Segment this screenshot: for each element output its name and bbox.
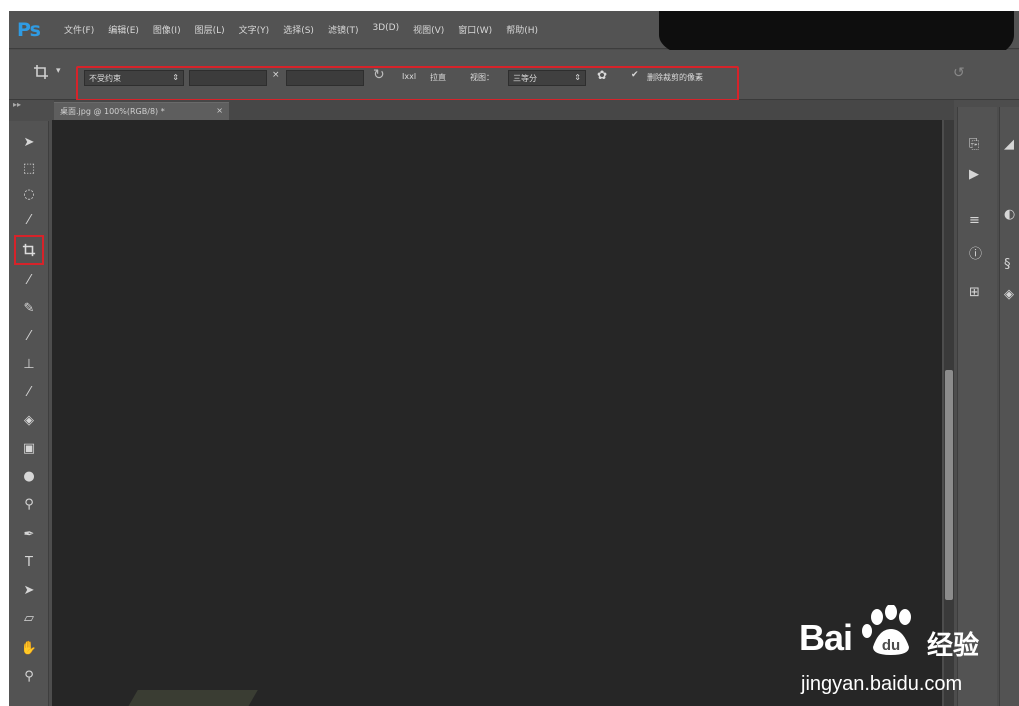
document-tab-strip: 桌面.jpg @ 100%(RGB/8) * × xyxy=(54,100,954,120)
shape-tool-icon[interactable]: ▱ xyxy=(18,607,40,629)
collapse-panel-icon[interactable]: ▸▸ xyxy=(13,100,21,109)
history-icon[interactable]: ⎘ xyxy=(969,137,979,152)
clone-stamp-tool-icon[interactable]: ⊥ xyxy=(18,353,40,375)
play-icon[interactable]: ▶ xyxy=(969,167,979,182)
delete-cropped-checkbox[interactable]: ✔ xyxy=(631,70,639,80)
document-tab[interactable]: 桌面.jpg @ 100%(RGB/8) * × xyxy=(54,102,229,120)
reset-icon[interactable]: ↺ xyxy=(953,65,965,81)
document-tab-title: 桌面.jpg @ 100%(RGB/8) * xyxy=(60,107,165,116)
view-label: 视图： xyxy=(470,73,494,82)
ps-logo: Ps xyxy=(17,18,41,41)
lasso-tool-icon[interactable]: ◌ xyxy=(18,183,40,205)
gradient-tool-icon[interactable]: ▣ xyxy=(18,437,40,459)
menu-window[interactable]: 窗口(W) xyxy=(451,23,499,36)
image-edge xyxy=(126,690,258,706)
menu-type[interactable]: 文字(Y) xyxy=(232,23,277,36)
paw-icon: du xyxy=(862,605,911,655)
view-select-value: 三等分 xyxy=(513,74,537,83)
color-icon[interactable]: ◢ xyxy=(1004,137,1014,152)
menu-select[interactable]: 选择(S) xyxy=(276,23,321,36)
photoshop-window: Ps 文件(F) 编辑(E) 图像(I) 图层(L) 文字(Y) 选择(S) 滤… xyxy=(9,11,1019,706)
gear-icon[interactable]: ✿ xyxy=(597,68,607,82)
watermark-suffix: 经验 xyxy=(927,631,980,661)
styles-icon[interactable]: § xyxy=(1004,257,1011,272)
marquee-tool-icon[interactable]: ⬚ xyxy=(18,157,40,179)
watermark-brand: Bai xyxy=(799,617,853,658)
clear-rotate-icon[interactable]: ↻ xyxy=(373,67,385,83)
tools-panel: ➤ ⬚ ◌ ⁄ ⁄ ✎ ⁄ ⊥ ⁄ ◈ ▣ ● ⚲ ✒ T ➤ ▱ ✋ ⚲ xyxy=(9,121,49,706)
close-icon[interactable]: × xyxy=(216,106,223,117)
quick-select-tool-icon[interactable]: ⁄ xyxy=(18,209,40,231)
paw-text: du xyxy=(882,637,900,654)
crop-tool-icon[interactable] xyxy=(18,239,40,261)
tool-preset-arrow-icon[interactable]: ▾ xyxy=(56,66,61,76)
blur-tool-icon[interactable]: ● xyxy=(18,465,40,487)
info-icon[interactable]: ⓘ xyxy=(969,243,982,262)
chevron-updown-icon: ⇕ xyxy=(574,73,581,82)
menu-view[interactable]: 视图(V) xyxy=(406,23,451,36)
history-brush-tool-icon[interactable]: ⁄ xyxy=(18,381,40,403)
height-input[interactable] xyxy=(286,70,364,86)
healing-brush-tool-icon[interactable]: ✎ xyxy=(18,297,40,319)
crop-icon[interactable] xyxy=(33,64,49,80)
menu-3d[interactable]: 3D(D) xyxy=(365,23,406,36)
eyedropper-tool-icon[interactable]: ⁄ xyxy=(18,269,40,291)
path-select-tool-icon[interactable]: ➤ xyxy=(18,579,40,601)
options-bar: ▾ 不受约束 ⇕ × ↻ Ixxl 拉直 视图： 三等分 ⇕ ✿ ✔ 删除裁剪的… xyxy=(9,50,1019,101)
scrollbar-thumb[interactable] xyxy=(945,370,953,600)
delete-cropped-label: 删除裁剪的像素 xyxy=(647,73,703,82)
swap-dimensions-label[interactable]: × xyxy=(272,70,280,80)
watermark-url: jingyan.baidu.com xyxy=(801,673,963,695)
menu-file[interactable]: 文件(F) xyxy=(57,23,101,36)
ratio-select[interactable]: 不受约束 ⇕ xyxy=(84,70,184,86)
chevron-updown-icon: ⇕ xyxy=(172,73,179,82)
menu-list: 文件(F) 编辑(E) 图像(I) 图层(L) 文字(Y) 选择(S) 滤镜(T… xyxy=(57,23,545,36)
straighten-icon[interactable]: Ixxl xyxy=(402,72,416,81)
menu-edit[interactable]: 编辑(E) xyxy=(101,23,146,36)
straighten-label[interactable]: 拉直 xyxy=(430,72,446,83)
baidu-watermark: Bai du 经验 jingyan.baidu.com xyxy=(799,601,1019,701)
menu-image[interactable]: 图像(I) xyxy=(146,23,188,36)
menu-filter[interactable]: 滤镜(T) xyxy=(321,23,366,36)
layers-icon[interactable]: ◈ xyxy=(1004,287,1014,302)
dodge-tool-icon[interactable]: ⚲ xyxy=(18,493,40,515)
character-icon[interactable]: ≡ xyxy=(969,213,980,228)
ratio-select-value: 不受约束 xyxy=(89,74,121,83)
brush-tool-icon[interactable]: ⁄ xyxy=(18,325,40,347)
menu-help[interactable]: 帮助(H) xyxy=(499,23,545,36)
eraser-tool-icon[interactable]: ◈ xyxy=(18,409,40,431)
pen-tool-icon[interactable]: ✒ xyxy=(18,523,40,545)
move-tool-icon[interactable]: ➤ xyxy=(18,131,40,153)
hand-tool-icon[interactable]: ✋ xyxy=(18,637,40,659)
type-tool-icon[interactable]: T xyxy=(18,551,40,573)
menu-layer[interactable]: 图层(L) xyxy=(188,23,232,36)
adjustments-icon[interactable]: ◐ xyxy=(1004,207,1015,222)
zoom-tool-icon[interactable]: ⚲ xyxy=(18,665,40,687)
view-select[interactable]: 三等分 ⇕ xyxy=(508,70,586,86)
width-input[interactable] xyxy=(189,70,267,86)
layer-comps-icon[interactable]: ⊞ xyxy=(969,285,980,300)
